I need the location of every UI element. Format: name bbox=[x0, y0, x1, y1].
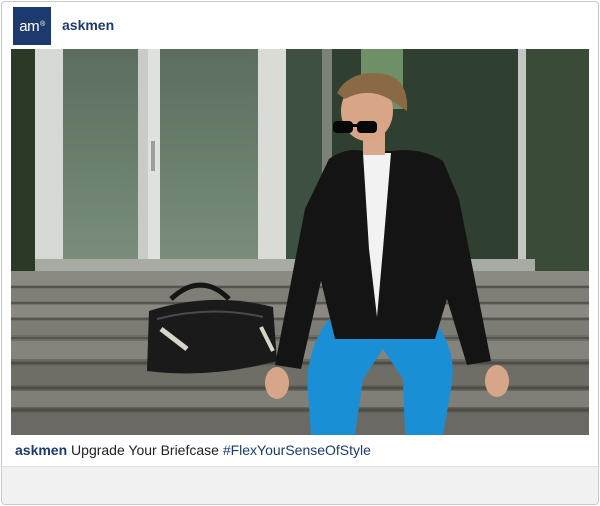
caption-username-link[interactable]: askmen bbox=[15, 442, 67, 458]
post-photo[interactable] bbox=[11, 49, 589, 435]
avatar-logo-text: am bbox=[19, 17, 40, 35]
post-card: am ® askmen askmen Upgrade Your Briefcas… bbox=[1, 1, 599, 505]
avatar[interactable]: am ® bbox=[13, 7, 51, 45]
photo-illustration bbox=[11, 49, 589, 435]
caption-hashtag-link[interactable]: #FlexYourSenseOfStyle bbox=[223, 442, 371, 458]
post-header: am ® askmen bbox=[2, 2, 598, 48]
registered-mark-icon: ® bbox=[40, 20, 45, 28]
username-link[interactable]: askmen bbox=[62, 17, 114, 33]
post-caption: askmen Upgrade Your Briefcase #FlexYourS… bbox=[15, 442, 371, 458]
caption-text: Upgrade Your Briefcase bbox=[71, 442, 219, 458]
post-footer bbox=[2, 466, 598, 504]
